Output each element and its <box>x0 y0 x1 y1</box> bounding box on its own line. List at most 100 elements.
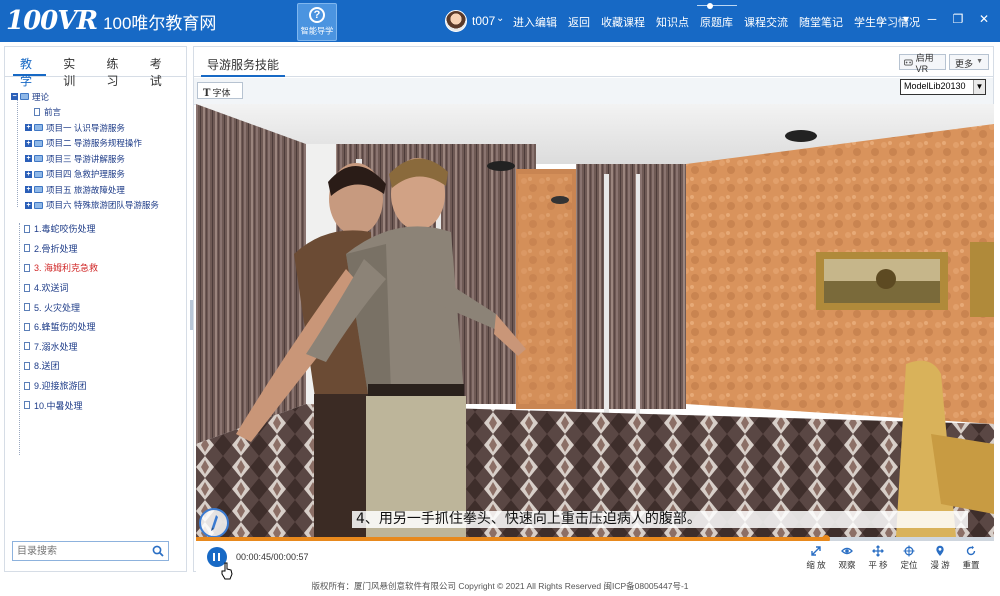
document-icon <box>34 108 40 117</box>
tree-node-label: 理论 <box>32 91 50 102</box>
smart-guide-button[interactable]: ? 智能导学 <box>297 3 337 41</box>
document-icon <box>24 263 30 272</box>
lesson-item[interactable]: 9.迎接旅游团 <box>11 376 183 396</box>
folder-open-icon <box>20 93 29 101</box>
lesson-item[interactable]: 6.蜂蜇伤的处理 <box>11 317 183 337</box>
lesson-item[interactable]: 5. 火灾处理 <box>11 297 183 317</box>
lesson-label: 8.送团 <box>34 361 60 372</box>
document-icon <box>24 401 30 410</box>
lesson-item[interactable]: 8.送团 <box>11 356 183 376</box>
username[interactable]: t007 <box>472 14 495 28</box>
font-label: 字体 <box>212 88 231 98</box>
tree-node-preface[interactable]: 前言 <box>11 105 183 121</box>
top-bar: 100VR 100唯尔教育网 ? 智能导学 t007 ⌄ 进入编辑 返回 收藏课… <box>0 0 1000 42</box>
expand-icon[interactable]: + <box>25 124 32 132</box>
zoom-button[interactable]: 缩 放 <box>805 545 827 571</box>
time-readout: 00:00:45/00:00:57 <box>236 552 309 562</box>
lesson-item[interactable]: 4.欢送词 <box>11 278 183 298</box>
lesson-label: 3. 海姆利克急救 <box>34 263 99 274</box>
pan-button[interactable]: 平 移 <box>867 545 889 571</box>
tab-guide-skills[interactable]: 导游服务技能 <box>201 47 286 77</box>
zoom-label: 缩 放 <box>806 560 826 570</box>
nav-favorite[interactable]: 收藏课程 <box>601 14 645 30</box>
nav-notes[interactable]: 随堂笔记 <box>799 14 843 30</box>
observe-button[interactable]: 观察 <box>836 545 858 571</box>
lesson-item[interactable]: 10.中暑处理 <box>11 395 183 415</box>
tree-node-project-2[interactable]: + 项目二 导游服务规程操作 <box>11 136 183 152</box>
player-controls: 00:00:45/00:00:57 缩 放 观察 平 移 定位 漫 游 重置 <box>196 541 994 572</box>
enable-vr-button[interactable]: 启用VR <box>899 53 946 74</box>
directory-search <box>12 541 169 561</box>
tab-teaching[interactable]: 教学 <box>13 47 47 88</box>
subtitle-caption: 4、用另一手抓住拳头、快速向上重击压迫病人的腹部。 <box>352 511 968 528</box>
tree-node-label: 项目三 导游讲解服务 <box>46 153 125 164</box>
folder-icon <box>34 124 43 132</box>
expand-icon[interactable]: + <box>25 139 32 147</box>
chevron-down-icon: ▼ <box>976 58 983 65</box>
search-icon[interactable] <box>152 545 164 557</box>
tree-node-project-1[interactable]: + 项目一 认识导游服务 <box>11 120 183 136</box>
tree-node-theory[interactable]: − 理论 <box>11 89 183 105</box>
lesson-label: 2.骨折处理 <box>34 243 78 254</box>
chevron-down-icon[interactable]: ⌄ <box>496 13 504 24</box>
reset-label: 重置 <box>962 560 980 570</box>
nav-back[interactable]: 返回 <box>568 14 590 30</box>
lesson-label: 7.溺水处理 <box>34 341 78 352</box>
minimize-icon[interactable]: ─ <box>926 12 938 26</box>
tree-node-project-4[interactable]: + 项目四 急救护理服务 <box>11 167 183 183</box>
lesson-item-active[interactable]: 3. 海姆利克急救 <box>11 258 183 278</box>
reset-icon <box>966 545 976 556</box>
avatar[interactable] <box>445 10 467 32</box>
more-button[interactable]: 更多 ▼ <box>949 54 989 70</box>
lesson-label: 4.欢送词 <box>34 283 69 294</box>
collapse-icon[interactable]: − <box>11 93 18 101</box>
document-icon <box>24 244 30 253</box>
locate-button[interactable]: 定位 <box>898 545 920 571</box>
lesson-item[interactable]: 7.溺水处理 <box>11 337 183 357</box>
home-icon[interactable]: ⌂ <box>874 12 886 26</box>
scene-toolbar: T 字体 <box>194 78 993 105</box>
reset-button[interactable]: 重置 <box>960 545 982 571</box>
nav-question-bank[interactable]: 原题库 <box>700 14 733 30</box>
vr-icon <box>904 58 913 66</box>
tree-node-project-3[interactable]: + 项目三 导游讲解服务 <box>11 151 183 167</box>
font-button[interactable]: T 字体 <box>197 82 243 99</box>
tab-practice[interactable]: 练习 <box>100 47 133 88</box>
logo: 100VR 100唯尔教育网 <box>6 6 216 36</box>
tree-node-label: 项目六 特殊旅游团队导游服务 <box>46 200 159 211</box>
tree-node-project-5[interactable]: + 项目五 旅游故障处理 <box>11 182 183 198</box>
search-input[interactable] <box>13 542 143 560</box>
pen-button[interactable] <box>199 508 229 538</box>
tab-exam[interactable]: 考试 <box>143 47 176 88</box>
expand-icon[interactable]: + <box>25 155 32 163</box>
expand-icon[interactable]: + <box>25 201 32 209</box>
window-controls: ⌂ ▾ ─ ❐ ✕ <box>874 12 990 26</box>
expand-icon[interactable]: + <box>25 186 32 194</box>
mouse-cursor-icon <box>221 562 233 580</box>
nav-course-discussion[interactable]: 课程交流 <box>744 14 788 30</box>
lesson-item[interactable]: 2.骨折处理 <box>11 239 183 259</box>
tree-node-project-6[interactable]: + 项目六 特殊旅游团队导游服务 <box>11 198 183 214</box>
locate-label: 定位 <box>900 560 918 570</box>
roam-button[interactable]: 漫 游 <box>929 545 951 571</box>
folder-icon <box>34 170 43 178</box>
lesson-item[interactable]: 1.毒蛇咬伤处理 <box>11 219 183 239</box>
restore-icon[interactable]: ❐ <box>952 12 964 26</box>
folder-icon <box>34 139 43 147</box>
model-select[interactable]: ModelLib20130 ▼ <box>900 79 986 95</box>
nav-knowledge[interactable]: 知识点 <box>656 14 689 30</box>
tree-node-label: 项目一 认识导游服务 <box>46 122 125 133</box>
download-icon[interactable]: ▾ <box>900 12 912 26</box>
document-icon <box>24 283 30 292</box>
logo-mark: 100VR <box>6 6 98 36</box>
expand-icon[interactable]: + <box>25 170 32 178</box>
close-icon[interactable]: ✕ <box>978 12 990 26</box>
document-icon <box>24 322 30 331</box>
tab-training[interactable]: 实训 <box>56 47 89 88</box>
font-icon: T <box>203 88 211 99</box>
nav-enter-edit[interactable]: 进入编辑 <box>513 14 557 30</box>
tree-node-label: 项目四 急救护理服务 <box>46 169 125 180</box>
slider-handle[interactable] <box>697 3 737 9</box>
folder-icon <box>34 155 43 163</box>
scene-viewport[interactable] <box>196 104 994 537</box>
